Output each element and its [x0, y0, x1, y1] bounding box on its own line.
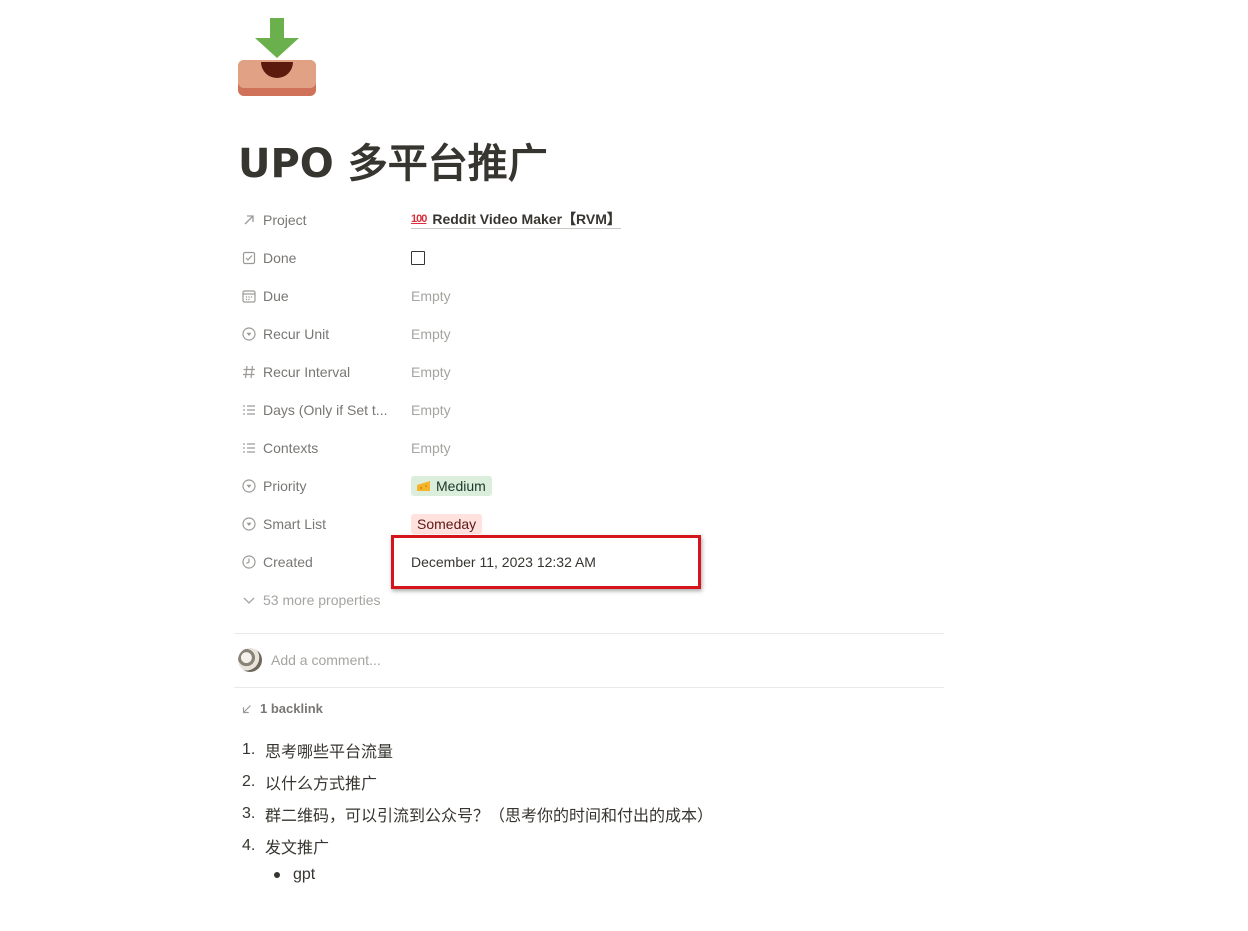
list-item[interactable]: 2. 以什么方式推广 [242, 766, 713, 798]
property-row-due: Due Empty [234, 277, 944, 315]
more-properties-label: 53 more properties [234, 591, 381, 609]
checkbox-icon [240, 249, 258, 267]
property-name-days[interactable]: Days (Only if Set t... [234, 401, 404, 419]
chevron-down-icon [240, 591, 258, 609]
highlight-annotation-box [391, 535, 701, 589]
comment-input-row[interactable]: Add a comment... [238, 648, 381, 672]
property-name-project[interactable]: Project [234, 211, 404, 229]
property-row-done: Done [234, 239, 944, 277]
property-value-recur-interval[interactable]: Empty [404, 364, 451, 380]
property-value-smart-list[interactable]: Someday [404, 514, 483, 534]
list-item[interactable]: 3. 群二维码，可以引流到公众号？（思考你的时间和付出的成本） [242, 798, 713, 830]
divider [234, 687, 944, 688]
bulleted-list: gpt [274, 860, 315, 890]
done-checkbox[interactable] [411, 251, 425, 265]
list-icon [240, 439, 258, 457]
property-value-due[interactable]: Empty [404, 288, 451, 304]
select-icon [240, 477, 258, 495]
list-icon [240, 401, 258, 419]
arrow-up-right-icon [240, 211, 258, 229]
property-name-due[interactable]: Due [234, 287, 404, 305]
property-value-days[interactable]: Empty [404, 402, 451, 418]
select-icon [240, 515, 258, 533]
property-name-recur-interval[interactable]: Recur Interval [234, 363, 404, 381]
calendar-icon [240, 287, 258, 305]
property-name-priority[interactable]: Priority [234, 477, 404, 495]
hash-icon [240, 363, 258, 381]
property-row-priority: Priority Medium [234, 467, 944, 505]
inbox-download-icon[interactable] [236, 16, 318, 98]
select-icon [240, 325, 258, 343]
property-row-project: Project 100 Reddit Video Maker【RVM】 [234, 201, 944, 239]
property-name-done[interactable]: Done [234, 249, 404, 267]
notion-page: UPO 多平台推广 Project 100 Reddit Video Maker… [0, 0, 1248, 931]
property-row-recur-interval: Recur Interval Empty [234, 353, 944, 391]
priority-tag: Medium [411, 476, 492, 496]
avatar [238, 648, 262, 672]
property-name-contexts[interactable]: Contexts [234, 439, 404, 457]
arrow-down-left-icon [242, 704, 251, 713]
divider [234, 633, 944, 634]
property-row-days: Days (Only if Set t... Empty [234, 391, 944, 429]
property-value-project[interactable]: 100 Reddit Video Maker【RVM】 [404, 211, 621, 229]
bullet-icon [274, 872, 280, 878]
page-title[interactable]: UPO 多平台推广 [238, 138, 548, 190]
smart-list-tag: Someday [411, 514, 483, 534]
property-name-created[interactable]: Created [234, 553, 404, 571]
comment-input[interactable]: Add a comment... [271, 652, 381, 668]
property-row-recur-unit: Recur Unit Empty [234, 315, 944, 353]
project-relation-link[interactable]: 100 Reddit Video Maker【RVM】 [411, 211, 621, 229]
property-value-done [404, 251, 425, 265]
numbered-list: 1. 思考哪些平台流量 2. 以什么方式推广 3. 群二维码，可以引流到公众号？（思考… [242, 734, 713, 862]
property-value-recur-unit[interactable]: Empty [404, 326, 451, 342]
backlinks-toggle[interactable]: 1 backlink [240, 701, 323, 716]
100-emoji-icon: 100 [411, 213, 427, 225]
property-value-priority[interactable]: Medium [404, 476, 492, 496]
clock-icon [240, 553, 258, 571]
list-item[interactable]: 1. 思考哪些平台流量 [242, 734, 713, 766]
cheese-emoji-icon [417, 481, 430, 491]
list-item[interactable]: 4. 发文推广 [242, 830, 713, 862]
list-item[interactable]: gpt [274, 860, 315, 890]
property-row-contexts: Contexts Empty [234, 429, 944, 467]
property-name-recur-unit[interactable]: Recur Unit [234, 325, 404, 343]
property-name-smart-list[interactable]: Smart List [234, 515, 404, 533]
property-value-contexts[interactable]: Empty [404, 440, 451, 456]
